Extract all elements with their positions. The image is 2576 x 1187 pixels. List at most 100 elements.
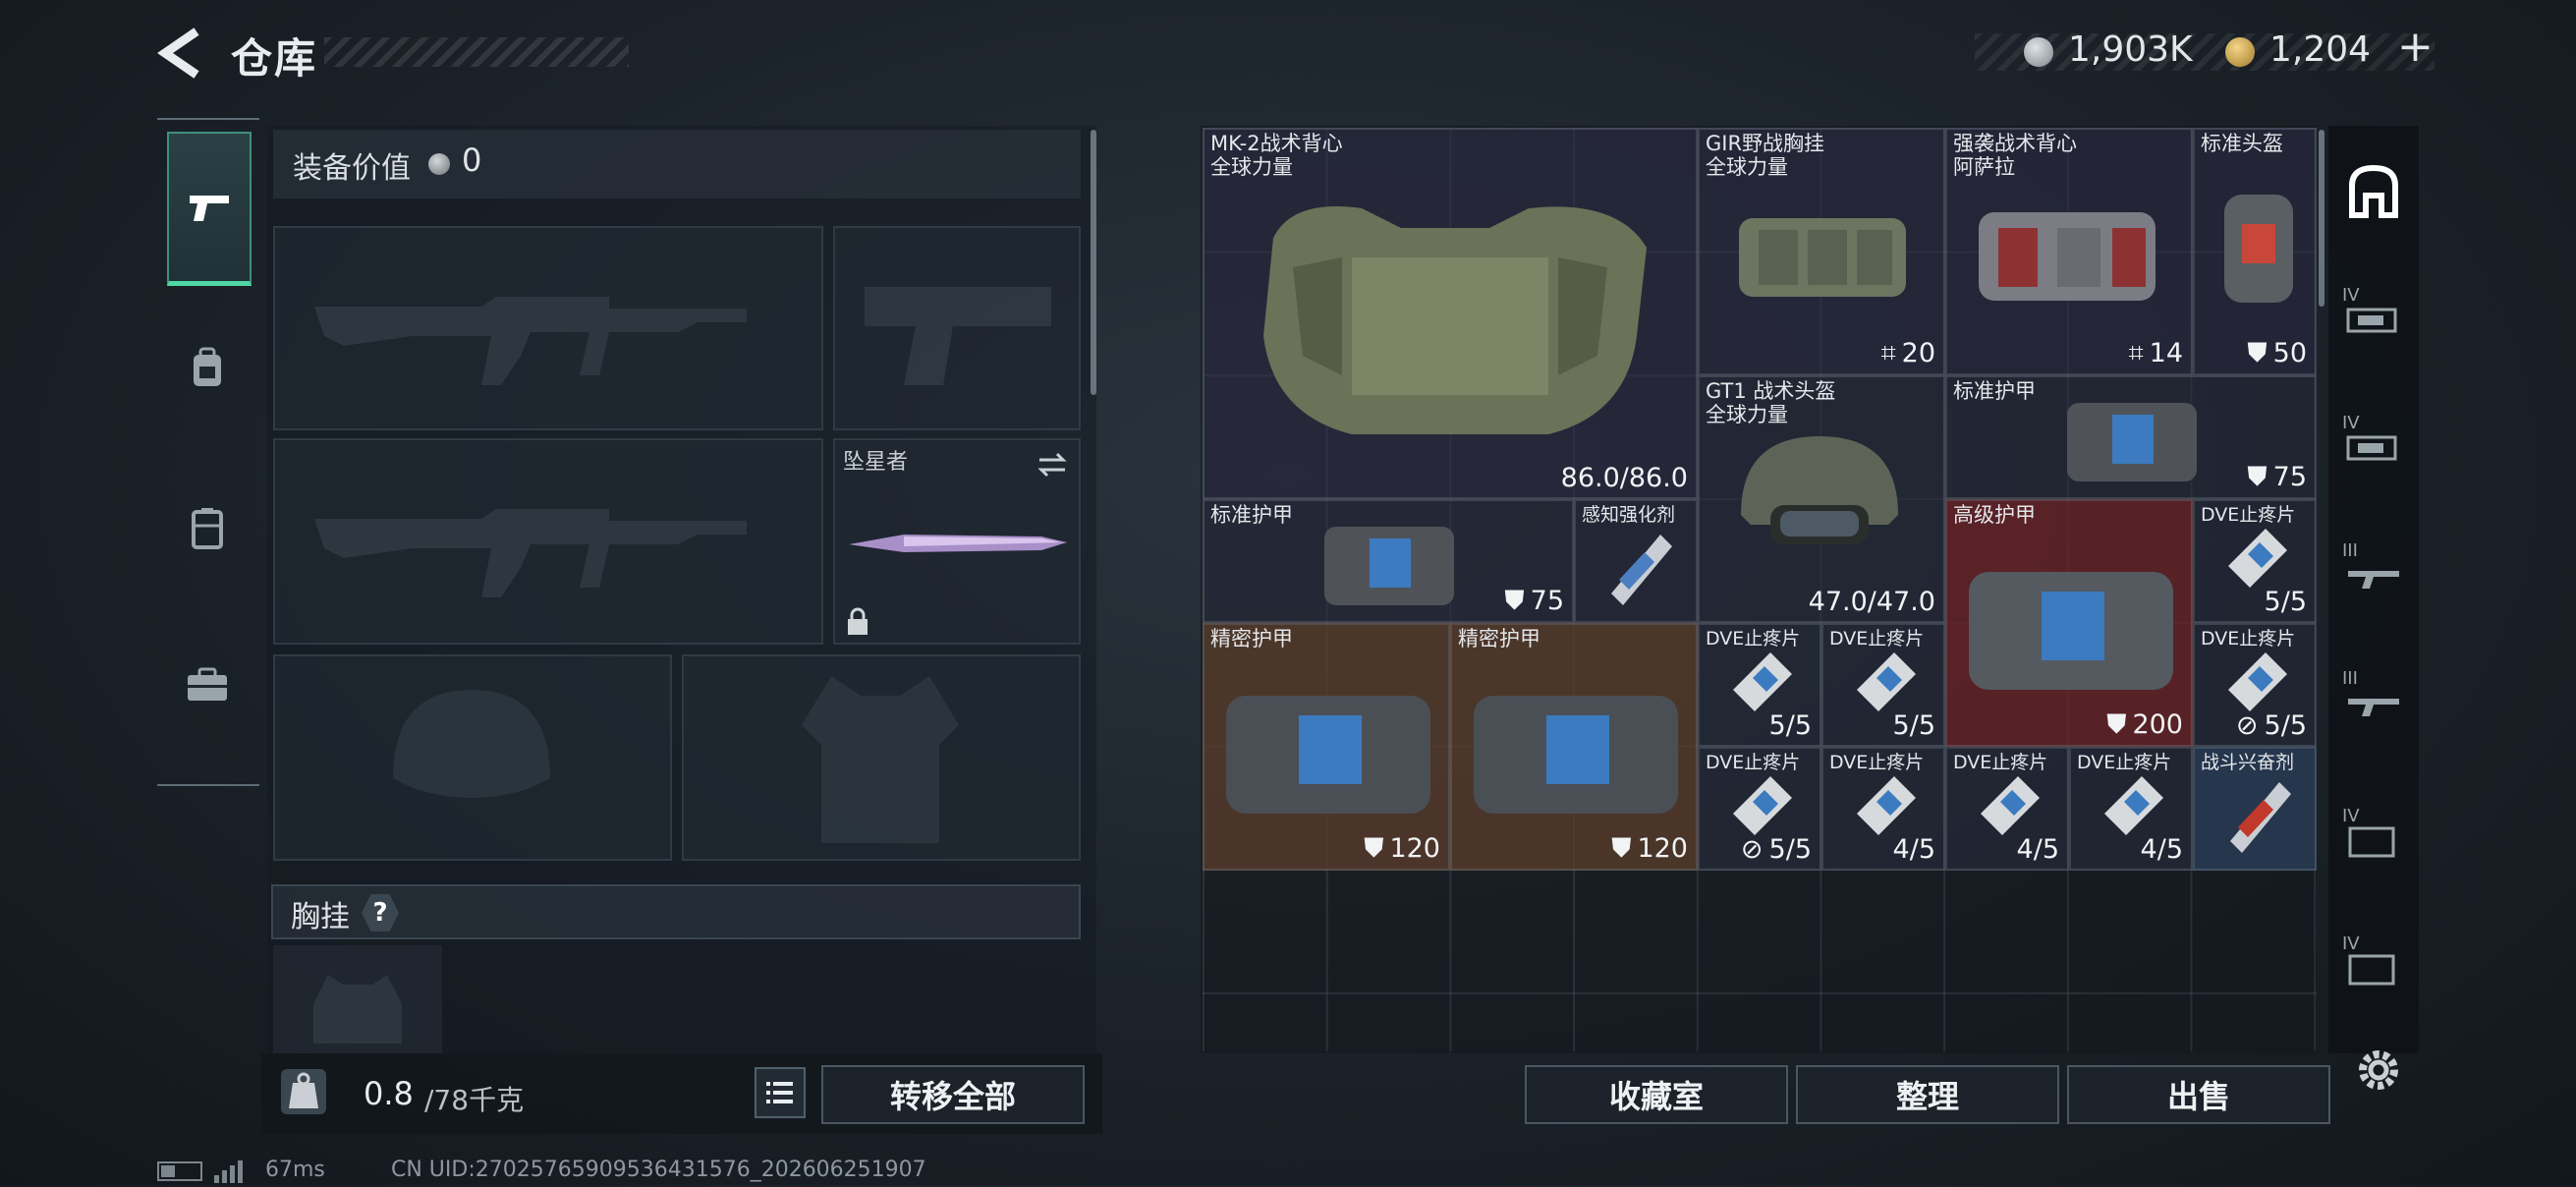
item-name: DVE止疼片: [2201, 628, 2296, 650]
syringe-icon: [1611, 535, 1672, 605]
no-insure-icon: ⊘: [2235, 710, 2259, 741]
list-view-button[interactable]: [755, 1067, 806, 1118]
filter-tier-button[interactable]: IV: [2338, 265, 2409, 373]
item-count: 5/5: [1892, 710, 1935, 741]
item-dve-painkiller[interactable]: DVE止疼片 ⊘ 5/5: [2193, 623, 2317, 747]
item-precision-armor[interactable]: 精密护甲 ⛊ 120: [1203, 623, 1450, 871]
item-chest-rig-gir[interactable]: GIR野战胸挂 全球力量 ⌗ 20: [1698, 128, 1945, 375]
rifle-silhouette-icon: [314, 297, 747, 385]
armor-shield-icon: ⛊: [1504, 586, 1525, 616]
item-precision-armor[interactable]: 精密护甲 ⛊ 120: [1450, 623, 1698, 871]
syringe-icon: [2230, 782, 2291, 853]
gear-icon[interactable]: [2354, 1046, 2403, 1095]
armor-slot[interactable]: [682, 654, 1081, 861]
item-durability: 86.0/86.0: [1560, 463, 1688, 493]
item-name: DVE止疼片: [1706, 628, 1801, 650]
chest-rig-label: 胸挂: [291, 900, 350, 934]
rail-tab-toolbox[interactable]: [167, 611, 248, 759]
item-assault-vest[interactable]: 强袭战术背心 阿萨拉 ⌗ 14: [1945, 128, 2193, 375]
armor-silhouette-icon: [802, 676, 959, 843]
helmet-slot[interactable]: [273, 654, 672, 861]
item-dve-painkiller[interactable]: DVE止疼片 ⊘ 5/5: [1698, 747, 1821, 871]
rail-tab-container[interactable]: [167, 454, 248, 601]
tier-label: IV: [2342, 933, 2360, 954]
filter-all-button[interactable]: [2338, 138, 2409, 246]
item-armor-rating: 75: [1530, 586, 1564, 616]
assault-vest-icon: [1979, 212, 2156, 301]
silver-coin-icon: [2024, 37, 2053, 67]
item-capacity: 14: [2149, 338, 2183, 368]
item-gt1-helmet[interactable]: GT1 战术头盔 全球力量 47.0/47.0: [1698, 375, 1945, 623]
item-count: 4/5: [1892, 834, 1935, 865]
collection-room-button[interactable]: 收藏室: [1525, 1065, 1788, 1124]
secondary-weapon-slot[interactable]: [273, 438, 823, 645]
melee-slot[interactable]: 坠星者: [833, 438, 1081, 645]
item-dve-painkiller[interactable]: DVE止疼片 5/5: [2193, 499, 2317, 623]
primary-weapon-slot[interactable]: [273, 226, 823, 430]
filter-tier-button[interactable]: IV: [2338, 786, 2409, 894]
chest-rig-slot[interactable]: [273, 945, 442, 1053]
pill-bottle-icon: [1857, 652, 1916, 711]
list-icon: [766, 1082, 793, 1103]
filter-tier-button[interactable]: IV: [2338, 914, 2409, 1022]
item-combat-stimulant[interactable]: 战斗兴奋剂: [2193, 747, 2317, 871]
item-armor-rating: 120: [1389, 833, 1440, 864]
sell-button[interactable]: 出售: [2067, 1065, 2330, 1124]
item-name: 标准头盔: [2201, 132, 2283, 155]
item-standard-armor[interactable]: 标准护甲 ⛊ 75: [1945, 375, 2317, 499]
organize-button[interactable]: 整理: [1796, 1065, 2059, 1124]
armor-shield-icon: ⛊: [2106, 709, 2127, 740]
rifle-silhouette-icon: [314, 509, 747, 597]
item-armor-rating: 200: [2132, 709, 2183, 740]
weight-value: 0.8: [364, 1075, 414, 1112]
pistol-slot[interactable]: [833, 226, 1081, 430]
battery-icon: [157, 1161, 202, 1181]
rail-tab-backpack[interactable]: [167, 295, 248, 442]
item-standard-helmet[interactable]: 标准头盔 ⛊ 50: [2193, 128, 2317, 375]
item-name: 精密护甲: [1458, 627, 1540, 650]
back-icon[interactable]: [157, 28, 206, 79]
chest-rig-icon: [1739, 218, 1906, 297]
armor-plate-icon: [1969, 572, 2173, 690]
item-perception-enhancer[interactable]: 感知强化剂: [1574, 499, 1698, 623]
filter-tier-button[interactable]: IV: [2338, 393, 2409, 501]
item-dve-painkiller[interactable]: DVE止疼片 4/5: [2069, 747, 2193, 871]
item-dve-painkiller[interactable]: DVE止疼片 5/5: [1698, 623, 1821, 747]
add-currency-button[interactable]: +: [2397, 22, 2434, 72]
item-dve-painkiller[interactable]: DVE止疼片 4/5: [1821, 747, 1945, 871]
home-filter-icon: [2349, 164, 2398, 218]
pill-bottle-icon: [2228, 652, 2287, 711]
user-id: CN UID:27025765909536431576_202606251907: [391, 1158, 926, 1182]
page-title: 仓库: [231, 34, 318, 83]
item-tactical-vest-mk2[interactable]: MK-2战术背心 全球力量 86.0/86.0: [1203, 128, 1698, 499]
item-count: 5/5: [2264, 710, 2307, 741]
tactical-helmet-icon: [1741, 436, 1898, 544]
item-name: 战斗兴奋剂: [2201, 752, 2295, 773]
item-dve-painkiller[interactable]: DVE止疼片 5/5: [1821, 623, 1945, 747]
left-scrollbar[interactable]: [1091, 130, 1096, 395]
no-insure-icon: ⊘: [1740, 834, 1764, 865]
armor-shield-icon: ⛊: [1364, 833, 1384, 864]
transfer-all-button[interactable]: 转移全部: [821, 1065, 1085, 1124]
toolbox-icon: [188, 667, 227, 701]
item-name: DVE止疼片: [1706, 752, 1801, 773]
grid-scrollbar[interactable]: [2319, 130, 2324, 307]
silver-coin-icon: [428, 153, 450, 175]
item-faction: 全球力量: [1706, 155, 1788, 179]
pill-bottle-icon: [1981, 776, 2040, 835]
item-dve-painkiller[interactable]: DVE止疼片 4/5: [1945, 747, 2069, 871]
item-faction: 全球力量: [1210, 155, 1293, 179]
armor-shield-icon: ⛊: [2247, 462, 2268, 492]
rail-tab-weapons[interactable]: [167, 132, 252, 286]
filter-tier-button[interactable]: III: [2338, 649, 2409, 757]
item-armor-rating: 120: [1637, 833, 1688, 864]
case-filter-icon: [2348, 954, 2395, 986]
vest-silhouette-icon: [313, 975, 402, 1044]
armor-plate-icon: [1324, 527, 1454, 605]
title-decoration: [324, 37, 629, 67]
filter-tier-button[interactable]: III: [2338, 521, 2409, 629]
item-advanced-armor[interactable]: 高级护甲 ⛊ 200: [1945, 499, 2193, 747]
item-count: 4/5: [2140, 834, 2183, 865]
item-standard-armor[interactable]: 标准护甲 ⛊ 75: [1203, 499, 1574, 623]
item-name: DVE止疼片: [2201, 504, 2296, 526]
